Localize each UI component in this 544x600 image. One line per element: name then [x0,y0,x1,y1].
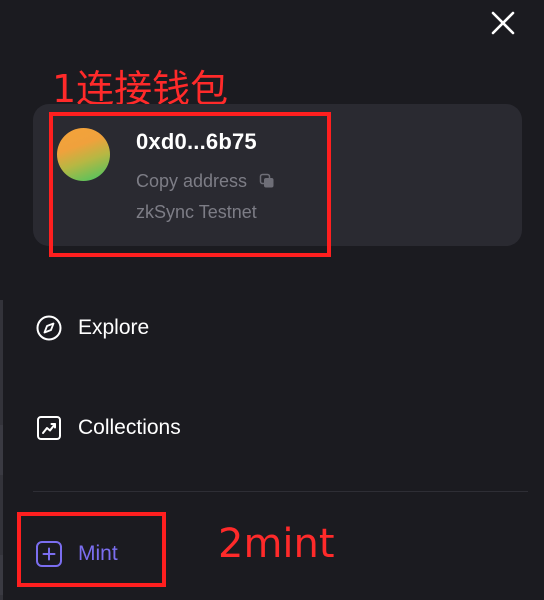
close-icon [491,11,515,35]
annotation-mint: 2mint [218,521,335,567]
nav-item-explore[interactable]: Explore [35,313,149,343]
annotation-box-wallet [49,112,331,257]
divider [33,491,528,492]
annotation-box-mint [17,512,166,587]
close-button[interactable] [486,6,520,40]
background-edge [0,555,3,595]
side-drawer: 1连接钱包 0xd0...6b75 Copy address zkSync Te… [0,0,544,600]
trending-chart-icon [35,414,63,442]
nav-item-collections[interactable]: Collections [35,413,181,443]
compass-icon [35,314,63,342]
nav-label-collections: Collections [78,416,181,439]
nav-label-explore: Explore [78,316,150,339]
background-edge [0,425,3,475]
